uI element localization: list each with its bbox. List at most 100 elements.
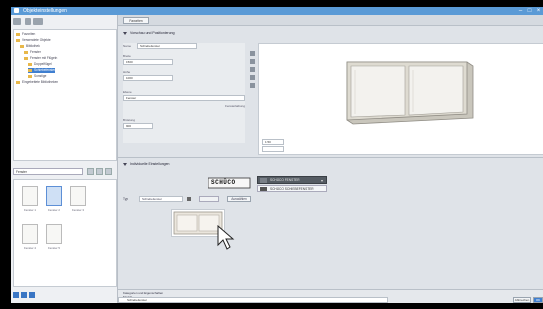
option-field[interactable] [199, 196, 219, 202]
search-icon[interactable] [25, 18, 31, 25]
object-thumb[interactable]: Fenster 1 [18, 186, 42, 216]
command-bar: Schiebefenster Abbrechen OK [11, 297, 543, 303]
left-toolbar [13, 17, 115, 27]
3d-view-icon[interactable] [250, 83, 255, 88]
right-pane: Favoriten Vorschau und Positionierung Na… [118, 15, 543, 303]
tree-item-label: Doppelflügel [34, 62, 52, 66]
window-thumb-icon [70, 186, 86, 206]
window-thumb-icon [22, 224, 38, 244]
name-label: Name [123, 44, 132, 48]
thumb-caption: Fenster 5 [48, 246, 60, 250]
preview-toolbar [249, 51, 256, 111]
height-field[interactable]: 1000 [123, 75, 173, 81]
window-title: Objekteinstellungen [23, 8, 67, 14]
thumb-caption: Fenster 3 [72, 208, 84, 212]
width-field[interactable]: 1500 [123, 59, 173, 65]
window-thumb-icon [22, 186, 38, 206]
dropdown-value: SCHÜCO FENSTER [270, 178, 300, 182]
tree-item[interactable]: Eingebettete Bibliotheken [16, 80, 58, 85]
type-field[interactable]: Schiebefenster [139, 196, 183, 202]
zoom-in-icon[interactable] [250, 51, 255, 56]
name-field[interactable]: Schiebefenster [137, 43, 197, 49]
close-icon[interactable]: × [534, 7, 543, 15]
detail-section-header[interactable]: Individuelle Einstellungen [123, 160, 170, 168]
type-control-row: Typ Schiebefenster Auswählen [123, 195, 343, 203]
layer-label: Ebene [123, 90, 132, 94]
library-select[interactable]: Fenster [13, 168, 83, 175]
library-tree: Favoriten Verwendete Objekte Bibliothek Fen… [13, 29, 117, 161]
folder-icon [28, 74, 32, 78]
favorites-tab[interactable]: Favoriten [123, 17, 149, 24]
up-icon[interactable] [87, 168, 94, 175]
list-view-icon[interactable] [96, 168, 103, 175]
option-icon [260, 187, 267, 191]
mouse-cursor-icon [217, 225, 235, 250]
thumb-caption: Fenster 2 [48, 208, 60, 212]
sill-field[interactable]: 900 [123, 123, 153, 129]
thumb-caption: Fenster 1 [24, 208, 36, 212]
tree-item[interactable]: Fenster mit Flügeln [24, 56, 57, 61]
library-bar: Fenster [13, 167, 115, 176]
tree-item-label: Schiebefenster [34, 68, 56, 72]
scale-controls: 1:50 [258, 139, 318, 153]
collapse-arrow-icon[interactable] [123, 162, 127, 166]
folder-icon [16, 38, 20, 42]
scale-field[interactable]: 1:50 [262, 139, 284, 145]
window-thumb-icon [46, 224, 62, 244]
tree-item-label: Sonstige [34, 74, 47, 78]
tree-item[interactable]: Favoriten [16, 32, 35, 37]
dropdown-arrow-icon[interactable] [187, 197, 191, 201]
collapse-arrow-icon[interactable] [123, 31, 127, 35]
object-thumb[interactable]: Fenster 4 [18, 224, 42, 254]
brand-logo-text: SCHÜCO [211, 179, 236, 186]
object-thumb[interactable]: Fenster 5 [42, 224, 66, 254]
select-button[interactable]: Auswählen [227, 196, 251, 202]
preview-section-header[interactable]: Vorschau und Positionierung [123, 29, 175, 37]
zoom-field[interactable] [262, 146, 284, 152]
folder-icon [24, 50, 28, 54]
object-thumbnails: Fenster 1 Fenster 2 Fenster 3 Fenster 4 Fens… [13, 179, 117, 287]
view-icon[interactable] [13, 18, 21, 25]
width-label: Breite [123, 54, 131, 58]
tree-item-label: Bibliothek [26, 44, 40, 48]
section-divider [118, 157, 543, 158]
title-bar: Objekteinstellungen – □ × [11, 7, 543, 15]
folder-icon [28, 68, 32, 72]
sliding-window-option[interactable]: SCHÜCO SCHIEBEFENSTER [257, 185, 327, 192]
folder-icon [24, 56, 28, 60]
tree-item-label: Fenster [30, 50, 41, 54]
checkbox-icon [260, 178, 267, 183]
minimize-icon[interactable]: – [516, 7, 525, 15]
window-thumb-icon [46, 186, 62, 206]
layer-select[interactable]: Fenster [123, 95, 245, 101]
cancel-button[interactable]: Abbrechen [513, 297, 531, 303]
plan-view-icon[interactable] [250, 75, 255, 80]
tree-item[interactable]: Schiebefenster [28, 68, 56, 73]
ok-button[interactable]: OK [533, 297, 543, 303]
object-thumb[interactable]: Fenster 3 [66, 186, 90, 216]
app-window: Objekteinstellungen – □ × Favoriten Verwe… [11, 7, 543, 303]
app-icon [14, 8, 19, 13]
object-thumb[interactable]: Fenster 2 [42, 186, 66, 216]
filter-icon[interactable] [33, 18, 43, 25]
tab-bar: Favoriten [118, 15, 543, 26]
folder-icon [16, 32, 20, 36]
option-value: SCHÜCO SCHIEBEFENSTER [270, 187, 314, 191]
sill-label: Brüstung [123, 118, 136, 122]
tree-item-label: Verwendete Objekte [22, 38, 51, 42]
left-pane: Favoriten Verwendete Objekte Bibliothek Fen… [11, 15, 118, 303]
tree-item[interactable]: Verwendete Objekte [16, 38, 51, 43]
tree-item[interactable]: Sonstige [28, 74, 46, 79]
tree-item[interactable]: Doppelflügel [28, 62, 52, 67]
command-input[interactable]: Schiebefenster [118, 297, 388, 303]
grid-view-icon[interactable] [105, 168, 112, 175]
zoom-out-icon[interactable] [250, 59, 255, 64]
maximize-icon[interactable]: □ [525, 7, 534, 15]
rotate-icon[interactable] [250, 67, 255, 72]
tree-item[interactable]: Fenster [24, 50, 41, 55]
height-label: Höhe [123, 70, 131, 74]
tree-item[interactable]: Bibliothek [20, 44, 40, 49]
type-label: Typ [123, 197, 129, 201]
anchor-label: Fensterlaibung [225, 104, 245, 108]
manufacturer-dropdown[interactable]: SCHÜCO FENSTER ▾ [257, 176, 327, 184]
